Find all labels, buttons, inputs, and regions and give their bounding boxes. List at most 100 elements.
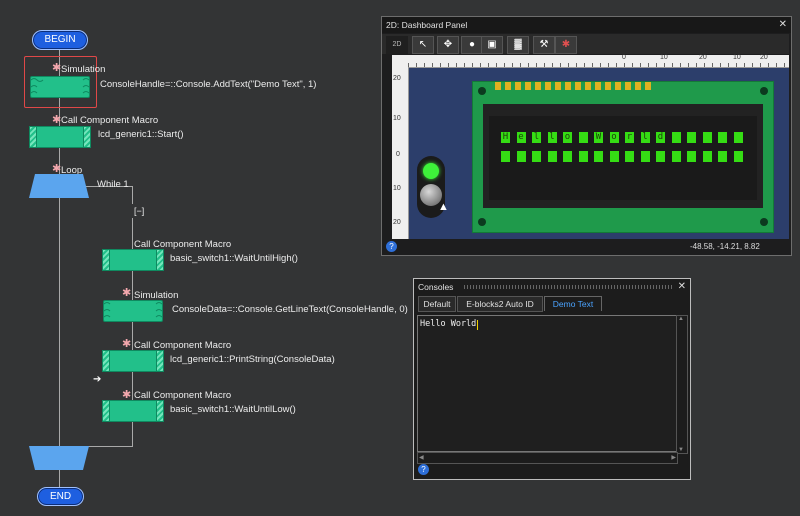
macro-block[interactable] bbox=[102, 350, 164, 372]
end-terminal[interactable]: END bbox=[37, 487, 84, 506]
console-output[interactable]: Hello World bbox=[417, 315, 677, 452]
loop-condition: While 1 bbox=[97, 179, 129, 190]
lcd-cell bbox=[702, 132, 712, 143]
2d-view-icon[interactable]: 2D bbox=[386, 36, 408, 54]
lcd-character: H bbox=[502, 132, 509, 142]
block-code: ConsoleHandle=::Console.AddText("Demo Te… bbox=[100, 79, 317, 90]
tab-e-blocks2-auto-id[interactable]: E-blocks2 Auto ID bbox=[457, 296, 543, 312]
lcd-cell bbox=[640, 151, 650, 162]
lcd-character: e bbox=[518, 132, 524, 142]
dashboard-title-bar[interactable]: 2D: Dashboard Panel ✕ bbox=[382, 17, 791, 33]
wave-edge-icon bbox=[104, 302, 162, 318]
block-code: ConsoleData=::Console.GetLineText(Consol… bbox=[172, 304, 408, 315]
consoles-title: Consoles bbox=[418, 282, 454, 292]
lcd-character: W bbox=[595, 132, 602, 142]
sphere-icon[interactable]: ● bbox=[461, 36, 483, 54]
move-icon[interactable]: ✥ bbox=[437, 36, 459, 54]
lcd-cell bbox=[501, 151, 510, 162]
lcd-character: l bbox=[533, 132, 540, 142]
macro-block[interactable] bbox=[29, 126, 91, 148]
block-title-macro: Call Component Macro bbox=[61, 115, 159, 126]
pointer-icon[interactable]: ↖ bbox=[412, 36, 434, 54]
stand-icon[interactable]: ▓ bbox=[507, 36, 529, 54]
lcd-character: l bbox=[642, 132, 648, 142]
mount-hole bbox=[478, 87, 486, 95]
lcd-board: HelloWorld bbox=[472, 81, 774, 233]
close-icon[interactable]: ✕ bbox=[678, 279, 686, 295]
flow-line bbox=[59, 198, 60, 448]
lcd-character: r bbox=[626, 132, 633, 142]
ruler-label: 0 bbox=[396, 151, 400, 158]
dashboard-status-bar: ? -48.58, -14.21, 8.82 bbox=[382, 239, 789, 254]
lcd-cell bbox=[578, 132, 588, 143]
tab-demo-text[interactable]: Demo Text bbox=[544, 296, 602, 311]
color-icon[interactable]: ✱ bbox=[555, 36, 577, 54]
console-hscrollbar[interactable]: ◀ ▶ bbox=[417, 452, 678, 464]
star-icon: ✱ bbox=[52, 163, 62, 175]
lcd-character: l bbox=[549, 132, 555, 142]
wrench-icon[interactable]: ⚒ bbox=[533, 36, 555, 54]
console-text: Hello World bbox=[420, 319, 477, 329]
lcd-cell bbox=[609, 151, 619, 162]
close-icon[interactable]: ✕ bbox=[779, 17, 787, 33]
dashboard-panel-window: 2D: Dashboard Panel ✕ 2D ↖ ✥ ● ▣ ▓ ⚒ ✱ 0… bbox=[381, 16, 792, 256]
lcd-cell bbox=[671, 151, 681, 162]
star-icon: ✱ bbox=[52, 114, 62, 126]
ruler-label: 20 bbox=[760, 54, 768, 61]
scroll-left-icon[interactable]: ◀ bbox=[419, 454, 424, 461]
simulation-block[interactable] bbox=[103, 300, 163, 322]
console-scrollbar[interactable]: ▲ ▼ bbox=[676, 315, 688, 454]
led-indicator bbox=[423, 163, 439, 179]
begin-label: BEGIN bbox=[44, 34, 76, 45]
macro-block[interactable] bbox=[102, 249, 164, 271]
block-title-simulation: Simulation bbox=[61, 64, 106, 75]
help-icon[interactable]: ? bbox=[418, 464, 429, 475]
mount-hole bbox=[760, 218, 768, 226]
text-caret bbox=[477, 320, 478, 330]
lcd-cell bbox=[718, 132, 727, 143]
coordinates-readout: -48.58, -14.21, 8.82 bbox=[690, 242, 760, 251]
star-icon: ✱ bbox=[122, 287, 132, 299]
macro-block[interactable] bbox=[102, 400, 164, 422]
lcd-screen: HelloWorld bbox=[489, 116, 757, 200]
lcd-cell bbox=[563, 151, 572, 162]
lcd-cell bbox=[625, 151, 634, 162]
ruler-top: 0 10 20 10 20 bbox=[408, 54, 789, 68]
flow-line bbox=[132, 186, 133, 204]
help-icon[interactable]: ? bbox=[386, 241, 397, 252]
dashboard-toolbar: 2D ↖ ✥ ● ▣ ▓ ⚒ ✱ bbox=[382, 34, 789, 54]
tab-default[interactable]: Default bbox=[418, 296, 456, 312]
lcd-cell bbox=[718, 151, 727, 162]
title-grip bbox=[464, 285, 674, 289]
scroll-down-icon[interactable]: ▼ bbox=[678, 447, 684, 453]
loop-block[interactable] bbox=[29, 174, 89, 198]
ruler-label: 10 bbox=[733, 54, 741, 61]
lcd-cell bbox=[594, 151, 603, 162]
scroll-right-icon[interactable]: ▶ bbox=[671, 454, 676, 461]
scroll-up-icon[interactable]: ▲ bbox=[678, 316, 684, 322]
block-code: basic_switch1::WaitUntilHigh() bbox=[170, 253, 298, 264]
consoles-title-bar[interactable]: Consoles ✕ bbox=[414, 279, 690, 295]
ruler-label: 0 bbox=[622, 54, 626, 61]
simulation-block[interactable] bbox=[30, 76, 90, 98]
begin-terminal[interactable]: BEGIN bbox=[32, 30, 88, 50]
header-pins bbox=[495, 82, 655, 90]
flow-line bbox=[59, 470, 60, 488]
lcd-cell bbox=[656, 151, 665, 162]
image-icon[interactable]: ▣ bbox=[481, 36, 503, 54]
star-icon: ✱ bbox=[122, 338, 132, 350]
lcd-cell bbox=[702, 151, 712, 162]
ruler-label: 10 bbox=[393, 185, 401, 192]
block-code: lcd_generic1::PrintString(ConsoleData) bbox=[170, 354, 335, 365]
ruler-label: 20 bbox=[393, 219, 401, 226]
collapse-toggle[interactable]: [−] bbox=[134, 206, 144, 216]
star-icon: ✱ bbox=[122, 389, 132, 401]
dashboard-canvas[interactable]: ▲ HelloWorld bbox=[409, 68, 789, 239]
lcd-cell bbox=[578, 151, 588, 162]
lcd-character-grid: HelloWorld bbox=[501, 132, 749, 170]
ruler-label: 10 bbox=[393, 115, 401, 122]
loop-end-block[interactable] bbox=[29, 446, 89, 470]
lcd-cell bbox=[733, 151, 743, 162]
lcd-cell bbox=[687, 151, 696, 162]
ruler-label: 10 bbox=[660, 54, 668, 61]
